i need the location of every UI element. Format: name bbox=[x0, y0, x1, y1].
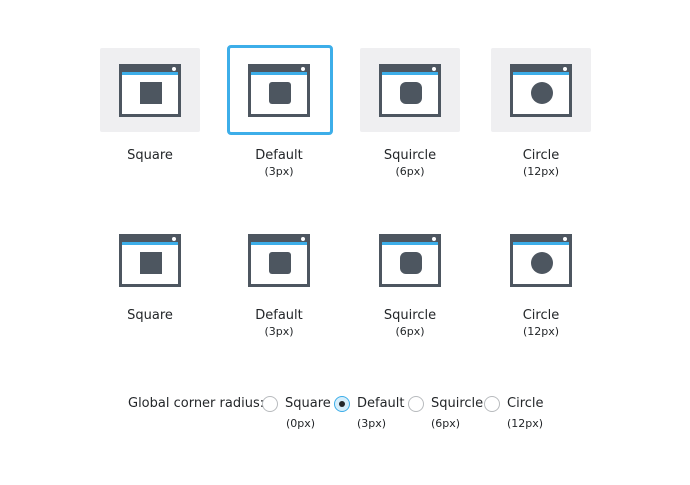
preview-label: Circle bbox=[522, 148, 560, 163]
window-icon bbox=[248, 64, 310, 117]
preview-label: Square bbox=[127, 148, 173, 163]
window-icon bbox=[119, 234, 181, 287]
circle-shape-icon bbox=[531, 252, 553, 274]
window-icon bbox=[510, 234, 572, 287]
window-icon bbox=[119, 64, 181, 117]
squircle-shape-icon bbox=[400, 82, 422, 104]
circle-shape-icon bbox=[531, 82, 553, 104]
icon-sublabel: (12px) bbox=[522, 325, 560, 338]
icon-label: Squircle bbox=[383, 308, 437, 323]
square-shape-icon bbox=[140, 82, 162, 104]
preview-tile bbox=[491, 48, 591, 132]
global-corner-radius-label: Global corner radius: bbox=[128, 396, 265, 411]
icon-sublabel: (3px) bbox=[264, 325, 294, 338]
radio-button[interactable] bbox=[484, 396, 500, 412]
icon-label: Circle bbox=[522, 308, 560, 323]
radio-button-checked[interactable] bbox=[334, 396, 350, 412]
rounded-square-shape-icon bbox=[269, 252, 291, 274]
preview-sublabel: (3px) bbox=[264, 165, 294, 178]
radio-sublabel: (12px) bbox=[507, 417, 544, 430]
window-icon bbox=[510, 64, 572, 117]
radio-button[interactable] bbox=[408, 396, 424, 412]
preview-label: Default bbox=[255, 148, 303, 163]
radio-label: Squircle bbox=[431, 396, 484, 411]
radio-button[interactable] bbox=[262, 396, 278, 412]
square-shape-icon bbox=[140, 252, 162, 274]
icon-label: Default bbox=[255, 308, 303, 323]
radio-label: Square bbox=[285, 396, 331, 411]
radio-label: Default bbox=[357, 396, 405, 411]
radio-sublabel: (3px) bbox=[357, 417, 387, 430]
radio-sublabel: (6px) bbox=[431, 417, 461, 430]
icon-label: Square bbox=[127, 308, 173, 323]
icon-sublabel: (6px) bbox=[395, 325, 425, 338]
window-icon bbox=[379, 64, 441, 117]
window-icon bbox=[379, 234, 441, 287]
preview-sublabel: (12px) bbox=[522, 165, 560, 178]
preview-tile bbox=[360, 48, 460, 132]
rounded-square-shape-icon bbox=[269, 82, 291, 104]
squircle-shape-icon bbox=[400, 252, 422, 274]
preview-label: Squircle bbox=[383, 148, 437, 163]
radio-sublabel: (0px) bbox=[286, 417, 316, 430]
preview-tile-selected bbox=[227, 45, 333, 135]
global-corner-radius-group: Global corner radius: Square (0px) Defau… bbox=[0, 393, 690, 443]
radio-label: Circle bbox=[507, 396, 544, 411]
preview-sublabel: (6px) bbox=[395, 165, 425, 178]
preview-tile bbox=[100, 48, 200, 132]
window-icon bbox=[248, 234, 310, 287]
